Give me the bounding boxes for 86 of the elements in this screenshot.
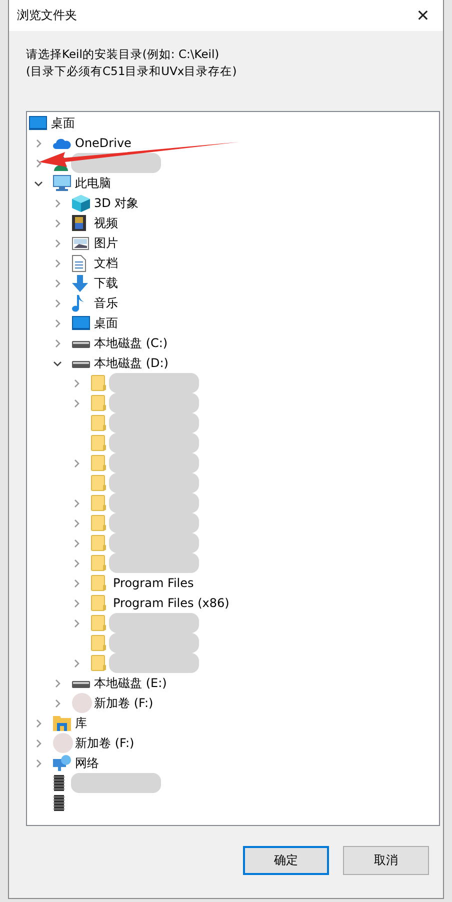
instruction-text: (目录下必须有C51目录和UVx目录存在) [26,63,238,80]
folder-icon [91,635,107,651]
folder-icon [91,535,107,551]
chevron-right-icon[interactable] [53,338,62,348]
tree-item[interactable]: 网络 [75,754,99,772]
chevron-right-icon[interactable] [53,258,62,268]
tree-item[interactable]: 库 [75,714,87,732]
chevron-right-icon[interactable] [72,398,81,408]
film-icon [72,215,86,231]
down-arrow-icon [72,274,88,292]
folder-icon [91,475,107,491]
chip-icon [53,795,65,811]
folder-icon [91,435,107,451]
chevron-right-icon[interactable] [34,158,43,168]
drive-icon [72,678,90,688]
tree-item[interactable]: Program Files [113,576,194,590]
chevron-right-icon[interactable] [72,538,81,548]
chevron-right-icon[interactable] [34,138,43,148]
chevron-right-icon[interactable] [34,738,43,748]
tree-item[interactable]: 新加卷 (F:) [94,694,154,712]
tree-item[interactable]: 图片 [94,234,118,252]
folder-icon [91,375,107,391]
cancel-button[interactable]: 取消 [343,846,429,875]
chevron-right-icon[interactable] [53,198,62,208]
document-icon [72,254,86,272]
chevron-right-icon[interactable] [53,218,62,228]
drive-icon [72,338,90,348]
folder-icon [91,455,107,471]
cube-icon [72,194,90,212]
ok-button[interactable]: 确定 [243,846,329,875]
folder-icon [91,595,107,611]
tree-item[interactable]: 桌面 [51,114,75,132]
network-icon [53,755,71,771]
chevron-right-icon[interactable] [72,518,81,528]
tree-item[interactable]: 文档 [94,254,118,272]
chevron-right-icon[interactable] [72,458,81,468]
chevron-right-icon[interactable] [72,558,81,568]
disc-icon [72,693,92,713]
instruction-text: 请选择Keil的安装目录(例如: C:\Keil) [26,46,220,63]
chevron-right-icon[interactable] [72,378,81,388]
tree-item[interactable]: OneDrive [75,136,132,150]
chevron-right-icon[interactable] [34,758,43,768]
tree-item[interactable]: 本地磁盘 (D:) [94,354,168,372]
chevron-right-icon[interactable] [72,578,81,588]
tree-item[interactable]: 下载 [94,274,118,292]
tree-item[interactable]: 本地磁盘 (C:) [94,334,168,352]
chevron-right-icon[interactable] [72,658,81,668]
chevron-right-icon[interactable] [53,238,62,248]
tree-item[interactable]: 新加卷 (F:) [75,734,134,752]
tree-item[interactable]: 此电脑 [75,174,111,192]
tree-item[interactable]: 本地磁盘 (E:) [94,674,167,692]
monitor-icon [29,116,47,130]
folder-icon [91,515,107,531]
chevron-right-icon[interactable] [34,718,43,728]
chevron-down-icon[interactable] [34,178,43,188]
tree-item[interactable]: 3D 对象 [94,194,139,212]
chevron-right-icon[interactable] [72,618,81,628]
chevron-right-icon[interactable] [53,298,62,308]
chevron-right-icon[interactable] [53,678,62,688]
tree-item[interactable]: 桌面 [94,314,118,332]
disc-icon [53,733,73,753]
folder-icon [91,395,107,411]
folder-icon [91,415,107,431]
folder-icon [91,495,107,511]
chevron-right-icon[interactable] [72,598,81,608]
cloud-icon [53,137,71,149]
chevron-right-icon[interactable] [53,318,62,328]
image-icon [72,236,89,250]
drive-icon [72,358,90,368]
folder-icon [91,615,107,631]
chevron-right-icon[interactable] [53,698,62,708]
window-title: 浏览文件夹 [17,7,77,24]
monitor-icon [72,316,90,330]
folder-icon [91,655,107,671]
chip-icon [53,775,65,791]
folder-icon [91,555,107,571]
library-icon [53,716,71,730]
chevron-right-icon[interactable] [72,498,81,508]
music-note-icon [72,294,84,312]
tree-item[interactable]: 音乐 [94,294,118,312]
tree-item[interactable]: 视频 [94,214,118,232]
folder-icon [91,575,107,591]
computer-icon [53,175,71,191]
tree-item[interactable]: Program Files (x86) [113,596,230,610]
chevron-down-icon[interactable] [53,358,62,368]
chevron-right-icon[interactable] [53,278,62,288]
